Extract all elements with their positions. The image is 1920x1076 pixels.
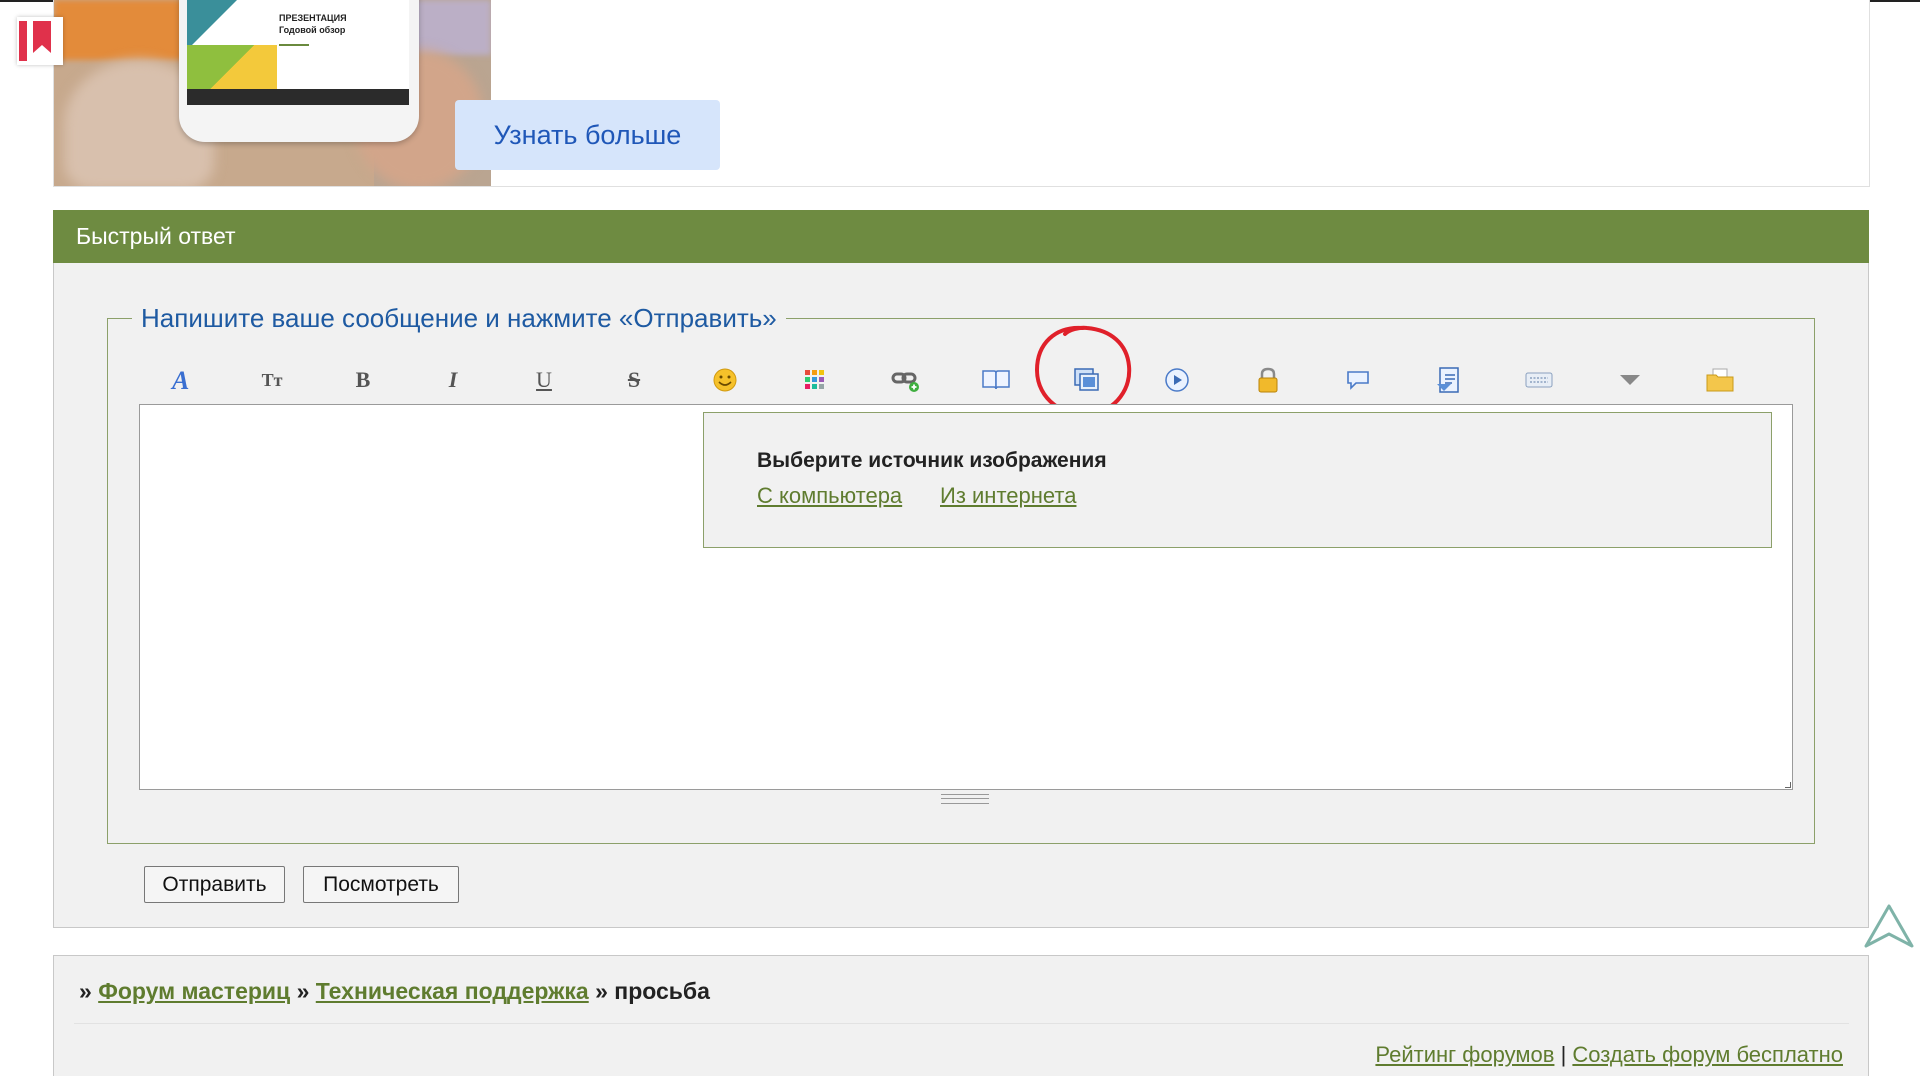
footer-links: Рейтинг форумов | Создать форум бесплатн… xyxy=(1375,1042,1843,1068)
send-button[interactable]: Отправить xyxy=(144,866,285,903)
ad-image[interactable]: ПРЕЗЕНТАЦИЯ Годовой обзор xyxy=(54,0,491,186)
ad-phone-mockup: ПРЕЗЕНТАЦИЯ Годовой обзор xyxy=(179,0,419,142)
scroll-to-top-icon[interactable] xyxy=(1862,902,1916,952)
quote-bubble-icon[interactable] xyxy=(1338,360,1378,400)
more-dropdown-icon[interactable] xyxy=(1610,360,1650,400)
footer-separator: | xyxy=(1560,1042,1567,1067)
book-icon[interactable] xyxy=(976,360,1016,400)
keyboard-icon[interactable] xyxy=(1519,360,1559,400)
breadcrumb-current: просьба xyxy=(614,978,710,1004)
preview-button[interactable]: Посмотреть xyxy=(303,866,459,903)
link-icon[interactable] xyxy=(886,360,926,400)
divider xyxy=(74,1023,1849,1024)
breadcrumb-separator: » xyxy=(296,978,310,1004)
breadcrumb-forum-link[interactable]: Форум мастериц xyxy=(98,978,290,1004)
breadcrumb: » Форум мастериц » Техническая поддержка… xyxy=(79,978,710,1005)
folder-icon[interactable] xyxy=(1700,360,1740,400)
from-internet-link[interactable]: Из интернета xyxy=(940,483,1076,509)
bold-icon[interactable]: B xyxy=(343,360,383,400)
learn-more-button[interactable]: Узнать больше xyxy=(455,100,720,170)
breadcrumb-separator: » xyxy=(595,978,608,1004)
breadcrumb-panel: » Форум мастериц » Техническая поддержка… xyxy=(53,955,1869,1076)
ad-phone-title: ПРЕЗЕНТАЦИЯ Годовой обзор xyxy=(279,13,347,35)
message-legend: Напишите ваше сообщение и нажмите «Отпра… xyxy=(132,300,786,336)
lock-icon[interactable] xyxy=(1248,360,1288,400)
italic-icon[interactable]: I xyxy=(433,360,473,400)
strikethrough-icon[interactable]: S xyxy=(614,360,654,400)
image-source-title: Выберите источник изображения xyxy=(757,449,1107,472)
code-icon[interactable] xyxy=(1429,360,1469,400)
image-source-popup: Выберите источник изображения С компьюте… xyxy=(703,412,1772,548)
textarea-resize-grip[interactable] xyxy=(1785,782,1791,788)
color-palette-icon[interactable] xyxy=(795,360,835,400)
forum-rating-link[interactable]: Рейтинг форумов xyxy=(1375,1042,1554,1067)
from-computer-link[interactable]: С компьютера xyxy=(757,483,902,509)
breadcrumb-section-link[interactable]: Техническая поддержка xyxy=(316,978,589,1004)
media-play-icon[interactable] xyxy=(1157,360,1197,400)
ad-banner[interactable]: ПРЕЗЕНТАЦИЯ Годовой обзор Узнать больше xyxy=(53,0,1870,187)
create-forum-link[interactable]: Создать форум бесплатно xyxy=(1572,1042,1843,1067)
quick-reply-header: Быстрый ответ xyxy=(53,210,1869,263)
font-color-icon[interactable]: A xyxy=(162,360,202,400)
font-size-icon[interactable]: Tт xyxy=(252,360,292,400)
editor-toolbar: A Tт B I U S xyxy=(139,360,1739,400)
breadcrumb-separator: » xyxy=(79,978,92,1004)
svg-text:A: A xyxy=(170,367,189,393)
textarea-resize-handle[interactable] xyxy=(941,794,989,804)
underline-icon[interactable]: U xyxy=(524,360,564,400)
smiley-icon[interactable] xyxy=(705,360,745,400)
bookmark-icon[interactable] xyxy=(17,17,63,65)
